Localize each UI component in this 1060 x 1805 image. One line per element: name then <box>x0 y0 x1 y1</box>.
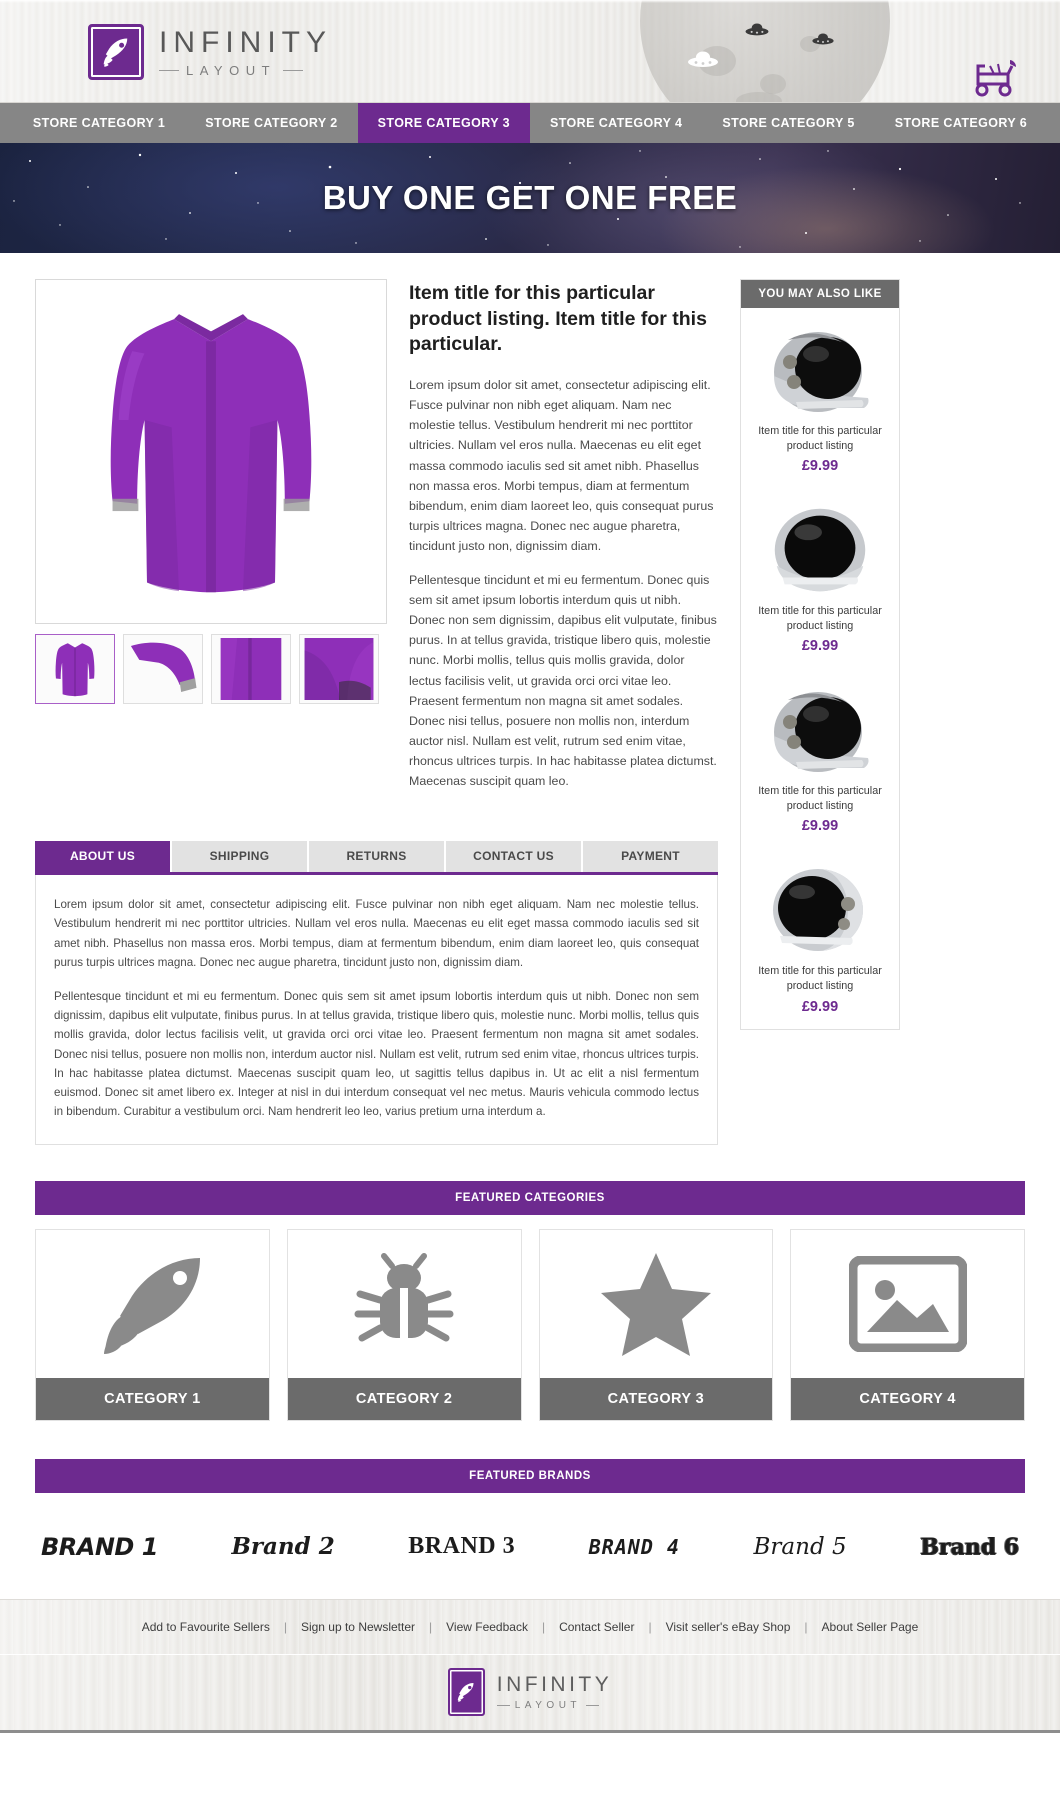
footer-logo[interactable]: INFINITY LAYOUT <box>447 1668 613 1717</box>
related-product-title: Item title for this particular product l… <box>758 605 882 632</box>
product-thumbnail-1[interactable] <box>35 634 115 704</box>
site-header: INFINITY LAYOUT <box>0 0 1060 103</box>
brand-logo-6[interactable]: Brand 6 <box>920 1534 1019 1560</box>
brand-logo-4[interactable]: BRAND 4 <box>589 1535 680 1559</box>
category-card-4[interactable]: CATEGORY 4 <box>790 1228 1025 1421</box>
related-product-price: £9.99 <box>801 998 839 1015</box>
footer-logo-title: INFINITY <box>496 1673 613 1697</box>
related-product-price: £9.99 <box>801 458 839 475</box>
nav-item-store-category-2[interactable]: STORE CATEGORY 2 <box>185 103 357 143</box>
product-title: Item title for this particular product l… <box>409 282 707 356</box>
featured-brands-heading: FEATURED BRANDS <box>35 1458 1025 1493</box>
category-label-1: CATEGORY 1 <box>36 1377 269 1420</box>
product-thumbnail-2[interactable] <box>123 634 203 704</box>
featured-categories-grid: CATEGORY 1 CATEGORY 2 CATEGORY 3 CATEGOR… <box>35 1228 1025 1421</box>
footer-link-about-seller-page[interactable]: About Seller Page <box>808 1620 933 1634</box>
category-label-4: CATEGORY 4 <box>791 1377 1024 1420</box>
sidebar-title: YOU MAY ALSO LIKE <box>741 280 899 308</box>
related-product-4[interactable]: Item title for this particular product l… <box>741 848 899 1028</box>
featured-brands-row: BRAND 1 Brand 2 BRAND 3 BRAND 4 Brand 5 … <box>35 1511 1025 1583</box>
product-paragraph-1: Lorem ipsum dolor sit amet, consectetur … <box>409 378 714 553</box>
moon-rover-icon <box>968 56 1020 98</box>
tab-panel-paragraph-2: Pellentesque tincidunt et mi eu fermentu… <box>54 990 699 1119</box>
related-product-title: Item title for this particular product l… <box>758 785 882 812</box>
astronaut-helmet-icon <box>751 322 889 418</box>
rocket-logo-icon <box>88 24 144 80</box>
nav-item-store-category-6[interactable]: STORE CATEGORY 6 <box>875 103 1047 143</box>
product-column: Item title for this particular product l… <box>35 279 718 1145</box>
nav-item-store-category-5[interactable]: STORE CATEGORY 5 <box>702 103 874 143</box>
category-label-2: CATEGORY 2 <box>287 1377 521 1420</box>
main-nav: STORE CATEGORY 1 STORE CATEGORY 2 STORE … <box>0 103 1060 143</box>
logo-subtitle-text: LAYOUT <box>186 62 277 78</box>
bug-icon <box>288 1230 521 1378</box>
product-thumbnail-4[interactable] <box>299 634 379 704</box>
info-tabs-block: ABOUT US SHIPPING RETURNS CONTACT US PAY… <box>35 841 718 1145</box>
you-may-also-like-panel: YOU MAY ALSO LIKE Item title for this pa <box>740 279 900 1030</box>
tab-contact-us[interactable]: CONTACT US <box>446 841 583 873</box>
related-product-price: £9.99 <box>801 638 839 655</box>
rocket-icon <box>36 1230 269 1378</box>
footer-link-contact-seller[interactable]: Contact Seller <box>545 1620 648 1634</box>
footer-logo-band: INFINITY LAYOUT <box>0 1654 1060 1733</box>
footer-logo-subtitle: LAYOUT <box>496 1700 613 1712</box>
product-paragraph-2: Pellentesque tincidunt et mi eu fermentu… <box>409 573 717 788</box>
tab-about-us[interactable]: ABOUT US <box>35 841 172 873</box>
brand-logo-1[interactable]: BRAND 1 <box>41 1533 158 1561</box>
related-product-1[interactable]: Item title for this particular product l… <box>741 308 899 488</box>
star-icon <box>540 1230 773 1378</box>
product-details: Item title for this particular product l… <box>409 279 718 805</box>
nav-item-store-category-1[interactable]: STORE CATEGORY 1 <box>13 103 185 143</box>
category-label-3: CATEGORY 3 <box>539 1377 773 1420</box>
product-main-image[interactable] <box>35 279 387 624</box>
footer-logo-subtitle-text: LAYOUT <box>514 1700 582 1712</box>
tab-panel-paragraph-1: Lorem ipsum dolor sit amet, consectetur … <box>54 898 699 969</box>
footer-link-visit-sellers-ebay-shop[interactable]: Visit seller's eBay Shop <box>652 1620 805 1634</box>
category-card-3[interactable]: CATEGORY 3 <box>538 1228 774 1421</box>
astronaut-helmet-icon <box>751 862 889 958</box>
footer-links: Add to Favourite Sellers | Sign up to Ne… <box>0 1598 1060 1655</box>
tab-panel-about-us: Lorem ipsum dolor sit amet, consectetur … <box>35 875 718 1145</box>
category-card-1[interactable]: CATEGORY 1 <box>35 1228 270 1421</box>
ufo-icon <box>686 50 720 70</box>
main-content: Item title for this particular product l… <box>0 253 1060 1145</box>
site-logo[interactable]: INFINITY LAYOUT <box>88 24 332 80</box>
brand-logo-5[interactable]: Brand 5 <box>754 1534 847 1560</box>
astronaut-helmet-icon <box>751 682 889 778</box>
image-placeholder-icon <box>791 1230 1024 1378</box>
product-overview: Item title for this particular product l… <box>35 279 718 805</box>
ufo-icon <box>811 32 835 47</box>
category-card-2[interactable]: CATEGORY 2 <box>286 1228 522 1421</box>
brand-logo-3[interactable]: BRAND 3 <box>408 1533 515 1560</box>
footer-link-view-feedback[interactable]: View Feedback <box>432 1620 542 1634</box>
thumbnail-strip <box>35 634 387 704</box>
logo-title: INFINITY <box>159 25 332 59</box>
ufo-icon <box>744 22 770 38</box>
related-product-2[interactable]: Item title for this particular product l… <box>741 488 899 668</box>
store-page: INFINITY LAYOUT STORE CATEGORY 1 STORE C… <box>0 0 1060 1733</box>
info-tabs: ABOUT US SHIPPING RETURNS CONTACT US PAY… <box>35 841 718 876</box>
banner-headline: BUY ONE GET ONE FREE <box>322 179 738 216</box>
promo-banner[interactable]: BUY ONE GET ONE FREE <box>0 143 1060 253</box>
featured-categories-heading: FEATURED CATEGORIES <box>35 1180 1025 1215</box>
footer-link-sign-up-to-newsletter[interactable]: Sign up to Newsletter <box>287 1620 429 1634</box>
product-thumbnail-3[interactable] <box>211 634 291 704</box>
moon-graphic <box>640 0 890 102</box>
product-gallery <box>35 279 387 805</box>
related-product-title: Item title for this particular product l… <box>758 425 882 452</box>
footer-link-add-to-favourite-sellers[interactable]: Add to Favourite Sellers <box>128 1620 284 1634</box>
astronaut-helmet-icon <box>751 502 889 598</box>
rocket-logo-icon <box>447 1668 485 1717</box>
related-product-price: £9.99 <box>801 818 839 835</box>
related-product-title: Item title for this particular product l… <box>758 965 882 992</box>
brand-logo-2[interactable]: Brand 2 <box>231 1533 334 1560</box>
logo-subtitle: LAYOUT <box>159 64 332 77</box>
tab-returns[interactable]: RETURNS <box>309 841 446 873</box>
nav-item-store-category-4[interactable]: STORE CATEGORY 4 <box>530 103 702 143</box>
tab-payment[interactable]: PAYMENT <box>583 841 718 873</box>
nav-item-store-category-3[interactable]: STORE CATEGORY 3 <box>357 103 530 143</box>
related-product-3[interactable]: Item title for this particular product l… <box>741 668 899 848</box>
tab-shipping[interactable]: SHIPPING <box>172 841 309 873</box>
